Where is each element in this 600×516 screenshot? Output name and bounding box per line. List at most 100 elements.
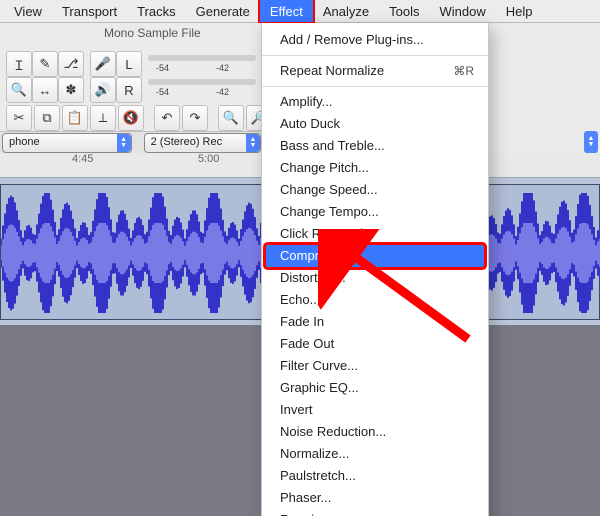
menu-item-invert[interactable]: Invert [262, 399, 488, 421]
record-meter[interactable] [148, 55, 256, 61]
menu-item-label: Fade In [280, 313, 324, 331]
menu-item-label: Repair [280, 511, 318, 516]
menu-item-repair[interactable]: Repair [262, 509, 488, 516]
menu-item-label: Normalize... [280, 445, 349, 463]
effect-list: Amplify... Auto Duck Bass and Treble... Cha… [262, 91, 488, 516]
menu-item-label: Amplify... [280, 93, 333, 111]
tool-grid-main: Ｉ ✎ ⎇ 🔍 ↔ ✽ [6, 51, 82, 101]
menu-view[interactable]: View [4, 0, 52, 22]
menu-item-label: Compressor... [280, 247, 361, 265]
db-tick-2: -42 [216, 63, 229, 73]
menubar: View Transport Tracks Generate Effect An… [0, 0, 600, 23]
dropdown-arrows-icon: ▲▼ [246, 134, 260, 152]
menu-item-normalize[interactable]: Normalize... [262, 443, 488, 465]
menu-item-click-removal[interactable]: Click Removal... [262, 223, 488, 245]
menu-shortcut: ⌘R [453, 62, 474, 80]
timeline-ruler[interactable]: 4:45 5:00 [0, 153, 261, 178]
menu-item-label: Invert [280, 401, 313, 419]
menu-item-label: Distortion... [280, 269, 346, 287]
menu-item-label: Change Pitch... [280, 159, 369, 177]
toolbar-separator [146, 105, 152, 131]
menu-generate[interactable]: Generate [186, 0, 260, 22]
toolbar-separator-2 [210, 105, 216, 131]
time-tick-1: 4:45 [72, 153, 93, 165]
menu-item-auto-duck[interactable]: Auto Duck [262, 113, 488, 135]
effect-menu-dropdown: Add / Remove Plug-ins... Repeat Normaliz… [261, 23, 489, 516]
speaker-icon[interactable]: 🔊 [90, 77, 116, 103]
menu-analyze[interactable]: Analyze [313, 0, 379, 22]
timeline-ruler-right[interactable] [487, 153, 600, 178]
cut-button[interactable]: ✂ [6, 105, 32, 131]
redo-button[interactable]: ↷ [182, 105, 208, 131]
menu-item-label: Phaser... [280, 489, 331, 507]
menu-help[interactable]: Help [496, 0, 543, 22]
paste-button[interactable]: 📋 [62, 105, 88, 131]
menu-item-label: Fade Out [280, 335, 334, 353]
dropdown-arrows-icon: ▲▼ [117, 134, 131, 152]
menu-item-label: Graphic EQ... [280, 379, 359, 397]
menu-item-label: Bass and Treble... [280, 137, 385, 155]
menu-item-label: Noise Reduction... [280, 423, 386, 441]
channels-select[interactable]: 2 (Stereo) Rec ▲▼ [144, 133, 261, 153]
menu-tools[interactable]: Tools [379, 0, 429, 22]
input-device-value: phone [9, 136, 40, 148]
silence-button[interactable]: 🔇 [118, 105, 144, 131]
menu-item-label: Filter Curve... [280, 357, 358, 375]
menu-item-phaser[interactable]: Phaser... [262, 487, 488, 509]
multi-tool[interactable]: ✽ [58, 77, 84, 103]
tool-grid-io: 🎤 L 🔊 R [90, 51, 140, 101]
selection-tool[interactable]: Ｉ [6, 51, 32, 77]
mic-icon[interactable]: 🎤 [90, 51, 116, 77]
r-label: R [116, 77, 142, 103]
menu-window[interactable]: Window [429, 0, 495, 22]
timeshift-tool[interactable]: ↔ [32, 77, 58, 103]
channels-select-right[interactable]: ▲▼ [584, 131, 598, 153]
db-tick-3: -54 [156, 87, 169, 97]
menu-item-label: Click Removal... [280, 225, 374, 243]
menu-item-amplify[interactable]: Amplify... [262, 91, 488, 113]
trim-button[interactable]: ⟂ [90, 105, 116, 131]
draw-tool[interactable]: ⎇ [58, 51, 84, 77]
menu-item-label: Add / Remove Plug-ins... [280, 31, 424, 49]
menu-item-paulstretch[interactable]: Paulstretch... [262, 465, 488, 487]
menu-item-change-speed[interactable]: Change Speed... [262, 179, 488, 201]
menu-item-add-remove-plugins[interactable]: Add / Remove Plug-ins... [262, 29, 488, 51]
menu-item-fade-in[interactable]: Fade In [262, 311, 488, 333]
menu-transport[interactable]: Transport [52, 0, 127, 22]
time-tick-2: 5:00 [198, 153, 219, 165]
menu-item-label: Paulstretch... [280, 467, 356, 485]
l-label: L [116, 51, 142, 77]
menu-item-label: Change Tempo... [280, 203, 379, 221]
menu-item-noise-reduction[interactable]: Noise Reduction... [262, 421, 488, 443]
play-meter[interactable] [148, 79, 256, 85]
undo-button[interactable]: ↶ [154, 105, 180, 131]
input-device-select[interactable]: phone ▲▼ [2, 133, 132, 153]
project-title: Mono Sample File [104, 26, 201, 40]
menu-item-label: Echo... [280, 291, 320, 309]
menu-item-change-tempo[interactable]: Change Tempo... [262, 201, 488, 223]
menu-item-change-pitch[interactable]: Change Pitch... [262, 157, 488, 179]
menu-item-distortion[interactable]: Distortion... [262, 267, 488, 289]
menu-tracks[interactable]: Tracks [127, 0, 186, 22]
menu-item-bass-and-treble[interactable]: Bass and Treble... [262, 135, 488, 157]
menu-item-label: Change Speed... [280, 181, 378, 199]
zoom-tool[interactable]: 🔍 [6, 77, 32, 103]
envelope-tool[interactable]: ✎ [32, 51, 58, 77]
copy-button[interactable]: ⧉ [34, 105, 60, 131]
db-tick-4: -42 [216, 87, 229, 97]
dropdown-arrows-icon: ▲▼ [584, 131, 598, 153]
menu-item-echo[interactable]: Echo... [262, 289, 488, 311]
zoom-in-button[interactable]: 🔍 [218, 105, 244, 131]
menu-item-repeat-last[interactable]: Repeat Normalize ⌘R [262, 60, 488, 82]
menu-effect[interactable]: Effect [260, 0, 313, 22]
menu-separator [262, 55, 488, 56]
channels-value: 2 (Stereo) Rec [151, 136, 223, 148]
menu-item-label: Auto Duck [280, 115, 340, 133]
menu-item-graphic-eq[interactable]: Graphic EQ... [262, 377, 488, 399]
app-body: Mono Sample File Ｉ ✎ ⎇ 🔍 ↔ ✽ 🎤 L 🔊 R -54… [0, 23, 600, 516]
menu-item-filter-curve[interactable]: Filter Curve... [262, 355, 488, 377]
menu-item-fade-out[interactable]: Fade Out [262, 333, 488, 355]
menu-item-compressor[interactable]: Compressor... [266, 245, 484, 267]
db-tick-1: -54 [156, 63, 169, 73]
menu-item-label: Repeat Normalize [280, 62, 384, 80]
